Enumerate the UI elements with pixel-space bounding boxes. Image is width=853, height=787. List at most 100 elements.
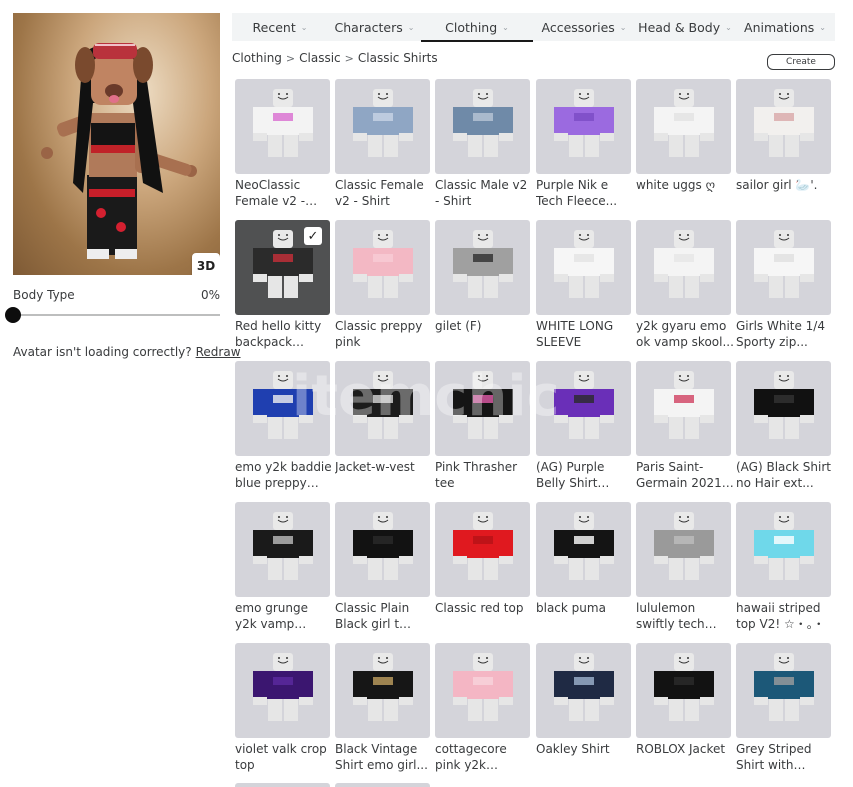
item-thumbnail[interactable] xyxy=(435,79,530,174)
item-name: gilet (F) xyxy=(435,319,482,333)
tab-animations[interactable]: Animations ⌄ xyxy=(735,13,835,41)
loading-note-text: Avatar isn't loading correctly? xyxy=(13,345,192,359)
item-name: sailor girl 🦢'. xyxy=(736,178,818,192)
item-thumbnail[interactable] xyxy=(335,361,430,456)
shirt-avatar-icon xyxy=(654,371,714,439)
shirt-avatar-icon xyxy=(253,371,313,439)
item-thumbnail[interactable] xyxy=(736,643,831,738)
item-thumbnail[interactable] xyxy=(636,643,731,738)
tab-head-body[interactable]: Head & Body ⌄ xyxy=(635,13,735,41)
item-thumbnail[interactable] xyxy=(235,361,330,456)
item-thumbnail[interactable] xyxy=(335,502,430,597)
item-thumbnail[interactable] xyxy=(335,79,430,174)
shirt-avatar-icon xyxy=(654,653,714,721)
item-thumbnail[interactable] xyxy=(235,502,330,597)
chevron-down-icon: ⌄ xyxy=(407,22,415,32)
redraw-link[interactable]: Redraw xyxy=(196,345,241,359)
chevron-down-icon: ⌄ xyxy=(502,22,509,32)
shirt-avatar-icon xyxy=(554,89,614,157)
shirt-avatar-icon xyxy=(453,512,513,580)
shirt-avatar-icon xyxy=(654,512,714,580)
item-name: Classic Plain Black girl t Clot... xyxy=(335,601,410,631)
item-thumbnail[interactable] xyxy=(536,502,631,597)
shirt-avatar-icon xyxy=(353,512,413,580)
checkmark-icon: ✓ xyxy=(304,227,322,245)
chevron-right-icon: > xyxy=(285,51,296,65)
tab-label: Accessories xyxy=(541,19,615,35)
item-thumbnail[interactable] xyxy=(235,643,330,738)
item-thumbnail[interactable] xyxy=(435,643,530,738)
item-thumbnail[interactable] xyxy=(536,361,631,456)
item-name: NeoClassic Female v2 - Shirt xyxy=(235,178,306,208)
avatar-preview[interactable]: 3D xyxy=(13,13,220,275)
shirt-avatar-icon xyxy=(654,230,714,298)
shirt-avatar-icon xyxy=(453,653,513,721)
item-thumbnail[interactable] xyxy=(736,220,831,315)
item-thumbnail[interactable] xyxy=(536,79,631,174)
item-thumbnail[interactable] xyxy=(335,220,430,315)
item-thumbnail[interactable] xyxy=(435,220,530,315)
item-name: Classic Male v2 - Shirt xyxy=(435,178,528,208)
tab-label: Recent xyxy=(252,19,296,35)
item-thumbnail[interactable] xyxy=(435,502,530,597)
item-name: y2k gyaru emo ok vamp skool... xyxy=(636,319,734,349)
item-name: Oakley Shirt xyxy=(536,742,610,756)
body-type-value: 0% xyxy=(200,288,220,302)
tab-clothing[interactable]: Clothing ⌄ xyxy=(421,13,533,42)
create-button[interactable]: Create xyxy=(767,54,835,70)
item-thumbnail[interactable] xyxy=(736,502,831,597)
tab-label: Animations xyxy=(744,19,815,35)
shirt-avatar-icon xyxy=(253,89,313,157)
item-name: Classic preppy pink xyxy=(335,319,423,349)
item-name: emo grunge y2k vamp baddie... xyxy=(235,601,308,631)
chevron-down-icon: ⌄ xyxy=(725,22,732,32)
item-thumbnail[interactable] xyxy=(435,361,530,456)
tab-accessories[interactable]: Accessories ⌄ xyxy=(533,13,635,41)
shirt-avatar-icon xyxy=(453,230,513,298)
shirt-avatar-icon xyxy=(554,512,614,580)
item-name: Paris Saint-Germain 2021-2... xyxy=(636,460,727,490)
item-thumbnail[interactable] xyxy=(335,643,430,738)
category-tabs: Recent ⌄ Characters ⌄ Clothing ⌄ Accessorie… xyxy=(232,13,835,42)
tab-recent[interactable]: Recent ⌄ xyxy=(232,13,328,41)
avatar-loading-note: Avatar isn't loading correctly? Redraw xyxy=(13,345,241,359)
item-thumbnail[interactable] xyxy=(636,361,731,456)
item-thumbnail[interactable] xyxy=(536,220,631,315)
shirt-avatar-icon xyxy=(554,230,614,298)
shirt-avatar-icon xyxy=(754,653,814,721)
item-thumbnail-partial[interactable] xyxy=(335,783,430,787)
item-name: Jacket-w-vest xyxy=(335,460,415,474)
shirt-avatar-icon xyxy=(353,230,413,298)
item-thumbnail[interactable] xyxy=(636,79,731,174)
shirt-avatar-icon xyxy=(554,653,614,721)
item-thumbnail[interactable] xyxy=(636,220,731,315)
item-thumbnail[interactable] xyxy=(636,502,731,597)
item-thumbnail[interactable] xyxy=(536,643,631,738)
item-thumbnail[interactable] xyxy=(736,79,831,174)
item-thumbnail[interactable]: ✓ xyxy=(235,220,330,315)
shirt-avatar-icon xyxy=(554,371,614,439)
shirt-avatar-icon xyxy=(253,653,313,721)
shirt-avatar-icon xyxy=(353,371,413,439)
shirt-avatar-icon xyxy=(754,89,814,157)
tab-label: Characters xyxy=(334,19,403,35)
view-3d-button[interactable]: 3D xyxy=(192,253,220,275)
item-name: ROBLOX Jacket xyxy=(636,742,726,756)
body-type-label: Body Type xyxy=(13,288,75,302)
item-thumbnail[interactable] xyxy=(736,361,831,456)
breadcrumb-clothing[interactable]: Clothing xyxy=(232,51,282,65)
breadcrumb-classic[interactable]: Classic xyxy=(299,51,341,65)
item-thumbnail[interactable] xyxy=(235,79,330,174)
avatar-figure xyxy=(41,43,197,259)
shirt-avatar-icon xyxy=(754,230,814,298)
item-name: cottagecore pink y2k vintag... xyxy=(435,742,507,772)
body-type-slider-track[interactable] xyxy=(13,314,220,316)
item-name: Purple Nik e Tech Fleece... xyxy=(536,178,618,208)
chevron-down-icon: ⌄ xyxy=(300,22,308,32)
chevron-down-icon: ⌄ xyxy=(819,22,826,32)
tab-characters[interactable]: Characters ⌄ xyxy=(328,13,421,41)
item-name: hawaii striped top V2! ☆・。・ xyxy=(736,601,825,631)
item-thumbnail-partial[interactable] xyxy=(235,783,330,787)
body-type-slider-thumb[interactable] xyxy=(5,307,21,323)
shirt-avatar-icon xyxy=(453,89,513,157)
